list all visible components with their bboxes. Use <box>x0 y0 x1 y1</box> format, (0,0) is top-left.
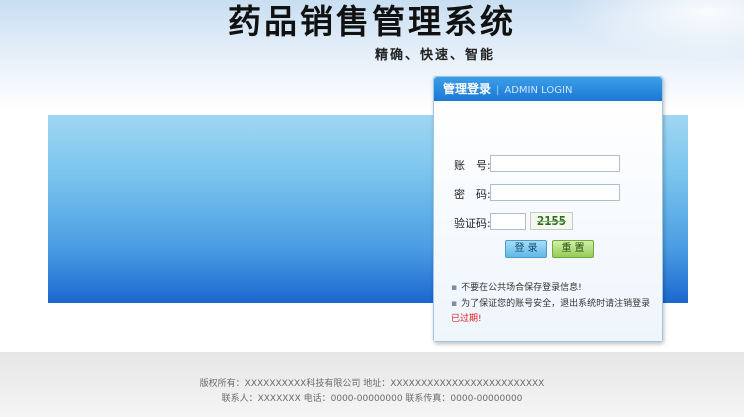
bullet-icon: ▪ <box>451 299 458 309</box>
notice-item: ▪ 为了保证您的账号安全，退出系统时请注销登录 <box>451 296 650 309</box>
login-panel: 管理登录 | ADMIN LOGIN 账 号: 密 码: 验证码: 2155 登录 … <box>433 76 663 342</box>
login-button[interactable]: 登录 <box>505 240 547 258</box>
account-label: 账 号: <box>454 159 491 172</box>
expired-notice: 已过期! <box>451 314 482 324</box>
footer-contact: 联系人：XXXXXXX 电话：0000-00000000 联系传真：0000-0… <box>221 394 523 404</box>
login-panel-subtitle: ADMIN LOGIN <box>504 85 573 96</box>
captcha-label: 验证码: <box>454 217 491 230</box>
header-separator: | <box>496 85 500 96</box>
password-label: 密 码: <box>454 188 491 201</box>
account-input[interactable] <box>490 155 620 172</box>
app-slogan: 精确、快速、智能 <box>375 48 496 63</box>
captcha-image[interactable]: 2155 <box>530 212 573 230</box>
bullet-icon: ▪ <box>451 283 458 293</box>
app-title: 药品销售管理系统 <box>228 2 516 41</box>
notice-text: 不要在公共场合保存登录信息! <box>461 283 582 293</box>
header-glow <box>564 0 744 60</box>
notice-item: ▪ 不要在公共场合保存登录信息! <box>451 280 582 293</box>
page-footer: 版权所有：XXXXXXXXXX科技有限公司 地址：XXXXXXXXXXXXXXX… <box>0 352 744 417</box>
reset-button[interactable]: 重置 <box>552 240 594 258</box>
login-form: 账 号: 密 码: 验证码: 2155 登录 重置 ▪ 不要在公共场合保存登录信息… <box>434 101 662 341</box>
login-panel-title: 管理登录 <box>443 82 492 96</box>
notice-text: 为了保证您的账号安全，退出系统时请注销登录 <box>461 299 651 309</box>
password-input[interactable] <box>490 184 620 201</box>
login-panel-header: 管理登录 | ADMIN LOGIN <box>434 77 662 101</box>
footer-copyright: 版权所有：XXXXXXXXXX科技有限公司 地址：XXXXXXXXXXXXXXX… <box>199 379 545 389</box>
captcha-input[interactable] <box>490 213 526 230</box>
